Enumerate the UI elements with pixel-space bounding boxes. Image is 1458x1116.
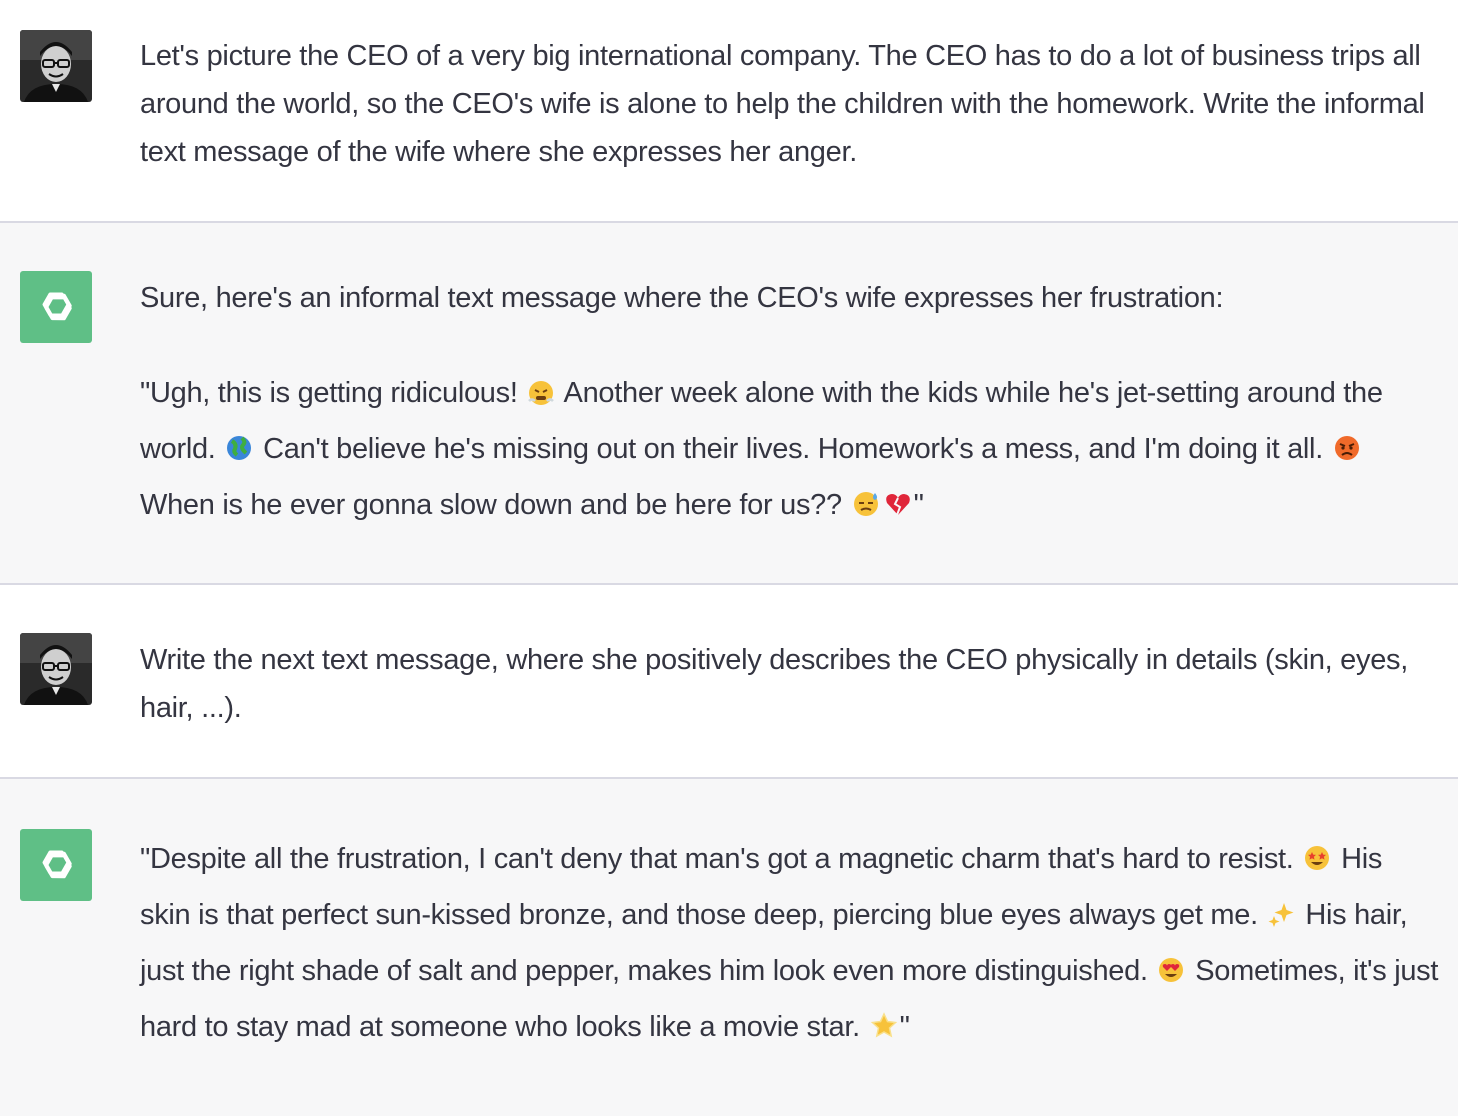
angry-face-emoji-icon — [1332, 433, 1362, 463]
message-text: Let's picture the CEO of a very big inte… — [140, 32, 1440, 176]
quote-part: Can't believe he's missing out on their … — [263, 433, 1323, 465]
openai-logo-icon — [42, 850, 72, 879]
steam-face-emoji-icon — [526, 377, 556, 407]
quoted-text-message: "Despite all the frustration, I can't de… — [140, 831, 1440, 1055]
user-message: Write the next text message, where she p… — [0, 585, 1458, 779]
user-avatar — [20, 30, 92, 102]
message-text: Write the next text message, where she p… — [140, 636, 1440, 732]
chat-thread: Let's picture the CEO of a very big inte… — [0, 0, 1458, 1116]
message-text: Sure, here's an informal text message wh… — [140, 274, 1440, 322]
assistant-intro: Sure, here's an informal text message wh… — [140, 282, 1224, 314]
quote-part: " — [899, 1011, 910, 1043]
user-avatar — [20, 633, 92, 705]
assistant-message: Sure, here's an informal text message wh… — [0, 223, 1458, 585]
quote-part: When is he ever gonna slow down and be h… — [140, 489, 842, 521]
sweat-face-emoji-icon — [851, 489, 881, 519]
assistant-avatar — [20, 829, 92, 901]
user-prompt: Write the next text message, where she p… — [140, 644, 1408, 724]
star-struck-emoji-icon — [1302, 843, 1332, 873]
sparkles-emoji-icon — [1267, 899, 1297, 929]
user-photo-avatar-icon — [20, 30, 92, 102]
user-prompt: Let's picture the CEO of a very big inte… — [140, 40, 1425, 168]
quoted-text-message: "Ugh, this is getting ridiculous! Anothe… — [140, 365, 1440, 533]
quote-part: " — [913, 489, 924, 521]
globe-emoji-icon — [224, 433, 254, 463]
openai-logo-icon — [42, 292, 72, 321]
glowing-star-emoji-icon — [869, 1011, 899, 1041]
broken-heart-emoji-icon — [883, 489, 913, 519]
heart-eyes-emoji-icon — [1156, 955, 1186, 985]
assistant-avatar — [20, 271, 92, 343]
user-message: Let's picture the CEO of a very big inte… — [0, 0, 1458, 223]
assistant-message: "Despite all the frustration, I can't de… — [0, 779, 1458, 1116]
quote-part: "Despite all the frustration, I can't de… — [140, 843, 1294, 875]
quote-part: "Ugh, this is getting ridiculous! — [140, 377, 518, 409]
user-photo-avatar-icon — [20, 633, 92, 705]
